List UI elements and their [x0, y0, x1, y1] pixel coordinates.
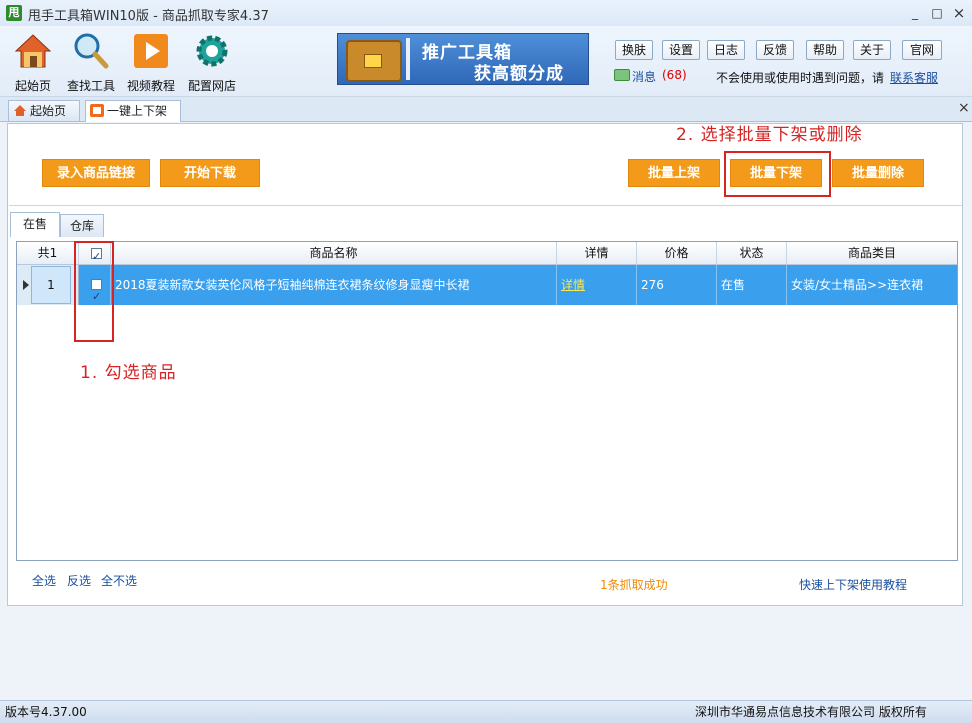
messages-count: (68) — [662, 68, 687, 82]
grid-header-detail[interactable]: 详情 — [557, 242, 637, 264]
magnifier-icon — [74, 33, 109, 69]
annotation-highlight-box-delist — [724, 151, 831, 197]
message-icon[interactable] — [614, 69, 630, 81]
window-title: 甩手工具箱WIN10版 - 商品抓取专家4.37 — [28, 9, 269, 24]
home-icon — [14, 34, 52, 68]
start-download-button[interactable]: 开始下载 — [160, 159, 260, 187]
tab-one-click-listing[interactable]: 一键上下架 — [85, 100, 181, 122]
annotation-step2: 2. 选择批量下架或删除 — [676, 125, 863, 145]
toolbar-find-tools-label: 查找工具 — [66, 79, 115, 93]
annotation-highlight-box-checkbox — [74, 241, 114, 342]
app-logo-icon: 甩 — [6, 5, 22, 21]
skin-button[interactable]: 换肤 — [615, 40, 653, 60]
grid-header-price[interactable]: 价格 — [637, 242, 717, 264]
grid-header-status[interactable]: 状态 — [717, 242, 787, 264]
tab-start-page-label: 起始页 — [30, 104, 67, 118]
tutorial-link[interactable]: 快速上下架使用教程 — [799, 576, 907, 593]
close-tab-icon[interactable]: × — [958, 100, 970, 116]
row-detail-cell[interactable]: 详情 — [557, 265, 637, 305]
select-none-link[interactable]: 全不选 — [101, 572, 137, 589]
row-status[interactable]: 在售 — [717, 265, 787, 305]
tab-start-page[interactable]: 起始页 — [8, 100, 80, 121]
contact-support-link[interactable]: 联系客服 — [890, 69, 938, 86]
grid-header-count: 共1 — [17, 242, 79, 264]
batch-list-button[interactable]: 批量上架 — [628, 159, 720, 187]
annotation-step1: 1. 勾选商品 — [80, 363, 177, 383]
import-links-button[interactable]: 录入商品链接 — [42, 159, 150, 187]
promo-banner[interactable]: 推广工具箱 获高额分成 — [337, 33, 589, 85]
home-icon — [14, 105, 26, 116]
subtab-on-sale[interactable]: 在售 — [10, 212, 60, 237]
copyright-label: 深圳市华通易点信息技术有限公司 版权所有 — [695, 705, 927, 719]
toolbar-video-tutorial-button[interactable]: 视频教程 — [120, 32, 182, 94]
row-price[interactable]: 276 — [637, 265, 717, 305]
toolbar-home-button[interactable]: 起始页 — [2, 32, 64, 94]
subtab-warehouse[interactable]: 仓库 — [60, 214, 104, 237]
help-button[interactable]: 帮助 — [806, 40, 844, 60]
log-button[interactable]: 日志 — [707, 40, 745, 60]
tool-icon — [90, 104, 104, 117]
batch-delete-button[interactable]: 批量删除 — [832, 159, 924, 187]
close-button[interactable]: × — [948, 4, 970, 22]
grid-header-name[interactable]: 商品名称 — [111, 242, 557, 264]
messages-link[interactable]: 消息 — [632, 68, 656, 85]
toolbar-divider — [9, 205, 962, 206]
toolbar-home-label: 起始页 — [14, 79, 51, 93]
minimize-button[interactable]: _ — [904, 4, 926, 22]
toolbar-configure-store-button[interactable]: 配置网店 — [181, 32, 243, 94]
banner-divider — [406, 38, 410, 80]
fetch-status-text: 1条抓取成功 — [600, 578, 668, 592]
current-row-arrow-icon — [23, 280, 29, 290]
help-text: 不会使用或使用时遇到问题，请 — [716, 71, 885, 85]
gear-icon — [196, 35, 228, 67]
tab-one-click-listing-label: 一键上下架 — [107, 104, 168, 118]
row-product-name[interactable]: 2018夏装新款女装英伦风格子短袖纯棉连衣裙条纹修身显瘦中长裙 — [111, 265, 557, 305]
toolbar-configure-store-label: 配置网店 — [187, 79, 236, 93]
play-icon — [134, 34, 168, 68]
select-all-link[interactable]: 全选 — [32, 572, 56, 589]
row-detail-link[interactable]: 详情 — [561, 278, 585, 292]
about-button[interactable]: 关于 — [853, 40, 891, 60]
invert-selection-link[interactable]: 反选 — [67, 572, 91, 589]
toolbar-find-tools-button[interactable]: 查找工具 — [60, 32, 122, 94]
grid-header-category[interactable]: 商品类目 — [787, 242, 957, 264]
settings-button[interactable]: 设置 — [662, 40, 700, 60]
row-number: 1 — [47, 278, 55, 292]
official-site-button[interactable]: 官网 — [902, 40, 942, 60]
feedback-button[interactable]: 反馈 — [756, 40, 794, 60]
version-label: 版本号4.37.00 — [5, 705, 87, 719]
banner-line2: 获高额分成 — [474, 64, 564, 84]
row-category[interactable]: 女装/女士精品>>连衣裙 — [787, 265, 957, 305]
treasure-chest-icon — [346, 40, 402, 82]
toolbar-video-tutorial-label: 视频教程 — [126, 79, 175, 93]
maximize-button[interactable]: □ — [926, 4, 948, 22]
